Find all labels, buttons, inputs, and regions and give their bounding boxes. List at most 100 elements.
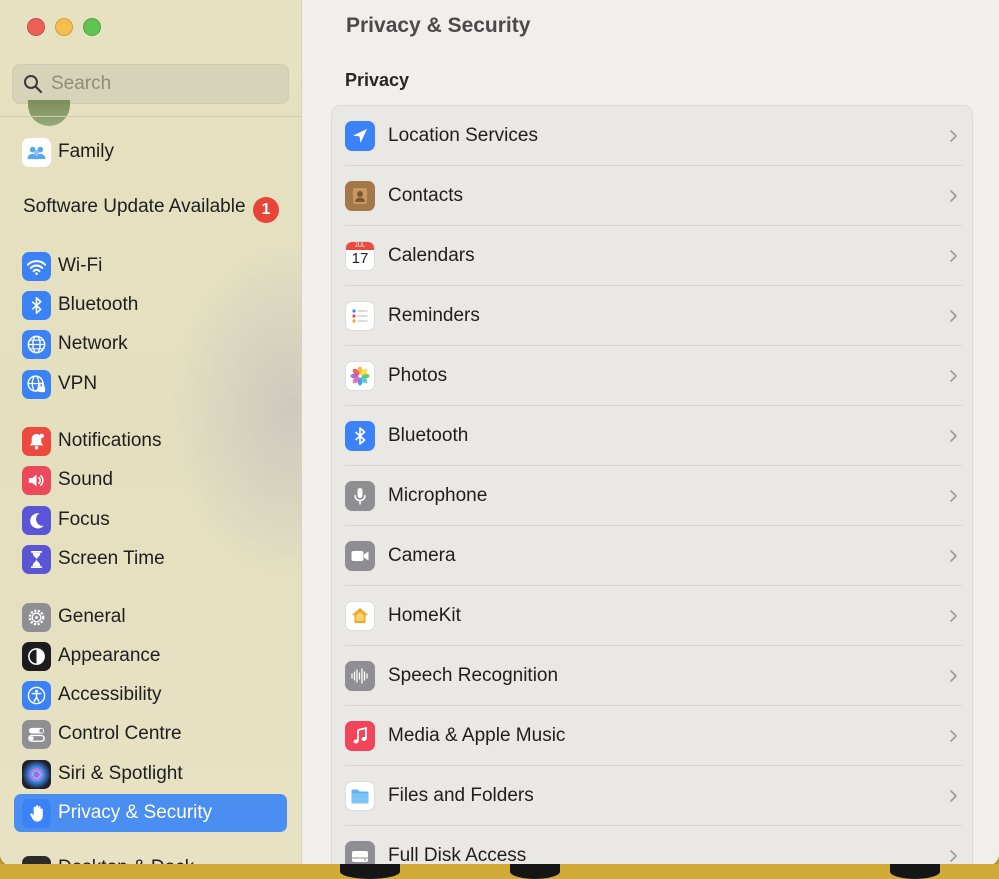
sidebar-item-label: Bluetooth [58, 294, 139, 315]
sidebar-item-wifi[interactable]: Wi-Fi [14, 247, 287, 285]
sidebar-item-label: Accessibility [58, 684, 162, 705]
sidebar-divider [0, 116, 301, 117]
sidebar-item-family[interactable]: Family [14, 133, 287, 171]
row-label: Speech Recognition [388, 665, 559, 686]
speaker-icon [22, 465, 51, 495]
software-update-label: Software Update Available [23, 196, 246, 217]
sidebar-item-control-centre[interactable]: Control Centre [14, 715, 287, 753]
sidebar-item-general[interactable]: General [14, 598, 287, 636]
sidebar-item-bluetooth[interactable]: Bluetooth [14, 286, 287, 324]
sidebar-item-label: Appearance [58, 645, 161, 666]
search-input[interactable] [51, 73, 271, 95]
apple-id-avatar[interactable] [28, 100, 70, 126]
row-full-disk-access[interactable]: Full Disk Access [332, 826, 972, 866]
search-field[interactable] [12, 64, 289, 104]
sidebar-item-label: Screen Time [58, 548, 165, 569]
sidebar-item-privacy-security[interactable]: Privacy & Security [14, 794, 287, 832]
row-label: Full Disk Access [388, 845, 527, 866]
location-arrow-icon [345, 121, 375, 151]
sidebar-item-screen-time[interactable]: Screen Time [14, 540, 287, 578]
sidebar-item-label: Network [58, 333, 128, 354]
chevron-right-icon [950, 670, 957, 682]
sidebar-item-notifications[interactable]: Notifications [14, 422, 287, 460]
bluetooth-icon [22, 290, 51, 320]
sidebar-item-sound[interactable]: Sound [14, 461, 287, 499]
row-homekit[interactable]: HomeKit [332, 586, 972, 646]
appearance-icon [22, 641, 51, 671]
sidebar-item-label: Wi-Fi [58, 255, 103, 276]
row-camera[interactable]: Camera [332, 526, 972, 586]
row-label: Reminders [388, 305, 480, 326]
row-photos[interactable]: Photos [332, 346, 972, 406]
hand-icon [22, 798, 51, 828]
microphone-icon [345, 481, 375, 511]
sidebar-item-accessibility[interactable]: Accessibility [14, 676, 287, 714]
row-microphone[interactable]: Microphone [332, 466, 972, 526]
row-reminders[interactable]: Reminders [332, 286, 972, 346]
row-label: Media & Apple Music [388, 725, 566, 746]
photos-icon [345, 361, 375, 391]
moon-icon [22, 505, 51, 535]
row-label: Camera [388, 545, 456, 566]
chevron-right-icon [950, 550, 957, 562]
row-location-services[interactable]: Location Services [332, 106, 972, 166]
sidebar-item-siri-spotlight[interactable]: Siri & Spotlight [14, 755, 287, 793]
sidebar-item-focus[interactable]: Focus [14, 501, 287, 539]
sidebar-item-label: Privacy & Security [58, 802, 213, 823]
chevron-right-icon [950, 610, 957, 622]
row-label: Location Services [388, 125, 538, 146]
chevron-right-icon [950, 490, 957, 502]
sidebar-item-label: Family [58, 141, 114, 162]
chevron-right-icon [950, 310, 957, 322]
home-icon [345, 601, 375, 631]
main-pane: Privacy & Security Privacy Location Serv… [303, 0, 999, 866]
gear-icon [22, 602, 51, 632]
chevron-right-icon [950, 790, 957, 802]
row-label: Calendars [388, 245, 475, 266]
control-centre-icon [22, 719, 51, 749]
row-bluetooth[interactable]: Bluetooth [332, 406, 972, 466]
sidebar-item-label: Siri & Spotlight [58, 763, 183, 784]
row-files-and-folders[interactable]: Files and Folders [332, 766, 972, 826]
chevron-right-icon [950, 430, 957, 442]
privacy-list: Location Services Contacts JUL 17 Calend… [331, 105, 973, 866]
bell-icon [22, 426, 51, 456]
vpn-globe-icon [22, 369, 51, 399]
system-settings-window: Family Software Update Available 1 Wi-Fi… [0, 0, 999, 866]
contacts-icon [345, 181, 375, 211]
row-contacts[interactable]: Contacts [332, 166, 972, 226]
sidebar-item-label: Control Centre [58, 723, 182, 744]
row-label: Bluetooth [388, 425, 469, 446]
row-speech-recognition[interactable]: Speech Recognition [332, 646, 972, 706]
desktop-shape [890, 864, 940, 879]
wifi-icon [22, 251, 51, 281]
row-label: Contacts [388, 185, 463, 206]
sidebar-item-appearance[interactable]: Appearance [14, 637, 287, 675]
zoom-window-button[interactable] [83, 18, 101, 36]
sidebar-item-label: Sound [58, 469, 113, 490]
sidebar-item-vpn[interactable]: VPN [14, 365, 287, 403]
chevron-right-icon [950, 190, 957, 202]
chevron-right-icon [950, 130, 957, 142]
software-update-item[interactable]: Software Update Available [23, 196, 246, 218]
row-label: Microphone [388, 485, 488, 506]
disk-icon [345, 841, 375, 866]
window-controls [27, 18, 101, 36]
calendar-day: 17 [351, 250, 369, 267]
row-label: Files and Folders [388, 785, 534, 806]
calendar-month: JUL [346, 242, 374, 250]
siri-icon [22, 759, 51, 789]
sidebar-item-label: Focus [58, 509, 110, 530]
desktop-shape [340, 864, 400, 879]
minimize-window-button[interactable] [55, 18, 73, 36]
row-label: HomeKit [388, 605, 461, 626]
update-count-badge: 1 [253, 197, 279, 223]
row-calendars[interactable]: JUL 17 Calendars [332, 226, 972, 286]
page-title: Privacy & Security [346, 14, 531, 37]
sidebar-item-label: General [58, 606, 126, 627]
close-window-button[interactable] [27, 18, 45, 36]
sidebar-item-network[interactable]: Network [14, 325, 287, 363]
row-label: Photos [388, 365, 448, 386]
row-media-apple-music[interactable]: Media & Apple Music [332, 706, 972, 766]
globe-icon [22, 329, 51, 359]
